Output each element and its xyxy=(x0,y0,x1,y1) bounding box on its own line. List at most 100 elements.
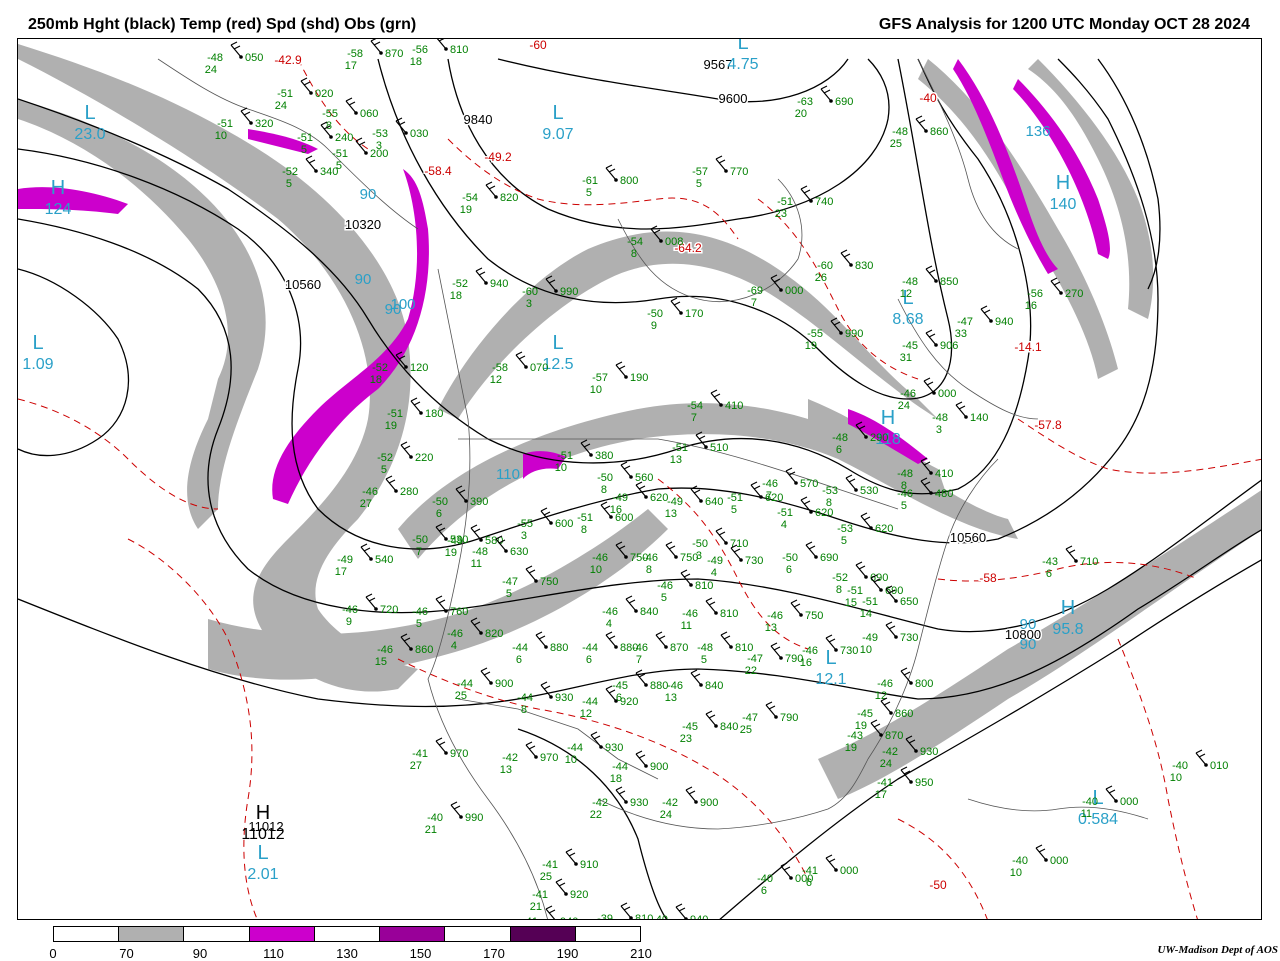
obs-height: 970 xyxy=(540,752,558,764)
obs-height: 600 xyxy=(615,512,633,524)
low-center-marker: L xyxy=(257,842,268,864)
obs-height: 380 xyxy=(595,450,613,462)
wind-barb xyxy=(855,561,867,578)
obs-dewpoint-depression: 4 xyxy=(451,640,457,652)
obs-dewpoint-depression: 23 xyxy=(775,208,787,220)
obs-height: 940 xyxy=(560,916,578,920)
obs-height: 690 xyxy=(870,572,888,584)
obs-height: 870 xyxy=(385,48,403,60)
wind-barb xyxy=(345,97,357,114)
obs-temperature: -49 xyxy=(337,554,353,566)
obs-dewpoint-depression: 5 xyxy=(661,592,667,604)
legend-label: 170 xyxy=(483,946,505,961)
obs-height: 030 xyxy=(410,128,428,140)
obs-dewpoint-depression: 3 xyxy=(696,550,702,562)
obs-dewpoint-depression: 18 xyxy=(370,374,382,386)
station-observation: -48 8105 xyxy=(697,631,753,666)
station-observation: -51 510 13 xyxy=(670,431,728,466)
wind-barb xyxy=(436,39,447,50)
wind-barb xyxy=(485,181,497,198)
obs-temperature: -46 xyxy=(632,642,648,654)
obs-dewpoint-depression: 14 xyxy=(860,608,872,620)
obs-temperature: -41 xyxy=(532,889,548,901)
wind-barb xyxy=(1065,545,1077,562)
wind-barb xyxy=(705,597,717,614)
wind-barb xyxy=(670,297,682,314)
center-value: 124 xyxy=(45,201,72,218)
obs-height: 930 xyxy=(630,797,648,809)
obs-height: 940 xyxy=(690,914,708,920)
wind-barb xyxy=(925,329,937,346)
obs-dewpoint-depression: 10 xyxy=(1010,867,1022,879)
obs-temperature: -47 xyxy=(747,653,763,665)
obs-temperature: -40 xyxy=(427,812,443,824)
obs-temperature: -46 xyxy=(592,552,608,564)
obs-height: 710 xyxy=(1080,556,1098,568)
obs-temperature: -46 xyxy=(377,644,393,656)
station-observation: -42 970 13 xyxy=(500,741,558,776)
obs-temperature: -52 xyxy=(377,452,393,464)
obs-height: 540 xyxy=(375,554,393,566)
obs-height: 650 xyxy=(900,596,918,608)
wind-barb xyxy=(400,441,412,458)
wind-barb xyxy=(605,164,617,181)
obs-dewpoint-depression: 12 xyxy=(580,708,592,720)
obs-temperature: -46 xyxy=(762,478,778,490)
obs-dewpoint-depression: 8 xyxy=(631,248,637,260)
station-observation: -40 990 21 xyxy=(425,801,483,836)
obs-height: 008 xyxy=(665,236,683,248)
station-observation: -49 540 17 xyxy=(335,543,393,578)
temp-contour-8 xyxy=(897,818,988,919)
obs-dewpoint-depression: 10 xyxy=(1170,772,1182,784)
obs-height: 320 xyxy=(255,118,273,130)
wind-barb xyxy=(355,137,367,154)
obs-dewpoint-depression: 24 xyxy=(660,809,672,821)
wind-barb xyxy=(685,786,697,803)
obs-dewpoint-depression: 19 xyxy=(445,547,457,559)
obs-dewpoint-depression: 6 xyxy=(761,885,767,897)
obs-temperature: -44 xyxy=(582,696,598,708)
station-observation: -48 860 25 xyxy=(890,115,948,150)
obs-temperature: -58 xyxy=(492,362,508,374)
wind-barb xyxy=(900,667,912,684)
obs-temperature: -51 xyxy=(577,512,593,524)
station-observation: -4094021 xyxy=(652,903,708,920)
obs-temperature: -51 xyxy=(277,88,293,100)
obs-dewpoint-depression: 11 xyxy=(471,558,482,570)
obs-height: 690 xyxy=(820,552,838,564)
obs-height: 750 xyxy=(540,576,558,588)
height-label: 9840 xyxy=(464,112,493,127)
obs-temperature: -42 xyxy=(502,752,518,764)
station-observation: -49 62016 xyxy=(610,481,668,516)
center-value: 11012 xyxy=(241,826,284,843)
obs-temperature: -52 xyxy=(452,278,468,290)
obs-height: 970 xyxy=(450,748,468,760)
obs-temperature: -41 xyxy=(877,777,893,789)
obs-height: 880 xyxy=(650,680,668,692)
obs-temperature: -45 xyxy=(682,721,698,733)
obs-temperature: -48 xyxy=(897,468,913,480)
obs-dewpoint-depression: 18 xyxy=(450,290,462,302)
obs-temperature: -51 xyxy=(297,132,313,144)
obs-dewpoint-depression: 20 xyxy=(795,108,807,120)
high-center-marker: H xyxy=(1061,597,1075,619)
obs-height: 820 xyxy=(500,192,518,204)
speed-label: 136 xyxy=(1025,123,1050,140)
obs-temperature: -46 xyxy=(657,580,673,592)
obs-dewpoint-depression: 7 xyxy=(691,412,697,424)
station-observation: -41 920 21 xyxy=(530,878,588,913)
obs-dewpoint-depression: 12 xyxy=(900,288,912,300)
low-center-marker: L xyxy=(552,332,563,354)
wind-barb xyxy=(370,39,382,54)
jet-core-north-pacific xyxy=(18,187,128,214)
high-center-marker: H xyxy=(881,407,895,429)
station-observation: -57 190 10 xyxy=(590,361,648,396)
obs-dewpoint-depression: 6 xyxy=(786,564,792,576)
wind-barb xyxy=(790,599,802,616)
obs-temperature: -39 xyxy=(597,913,613,920)
center-value: 140 xyxy=(1050,196,1077,213)
obs-dewpoint-depression: 22 xyxy=(590,809,602,821)
obs-dewpoint-depression: 6 xyxy=(806,877,812,889)
obs-temperature: -49 xyxy=(862,632,878,644)
obs-height: 790 xyxy=(780,712,798,724)
